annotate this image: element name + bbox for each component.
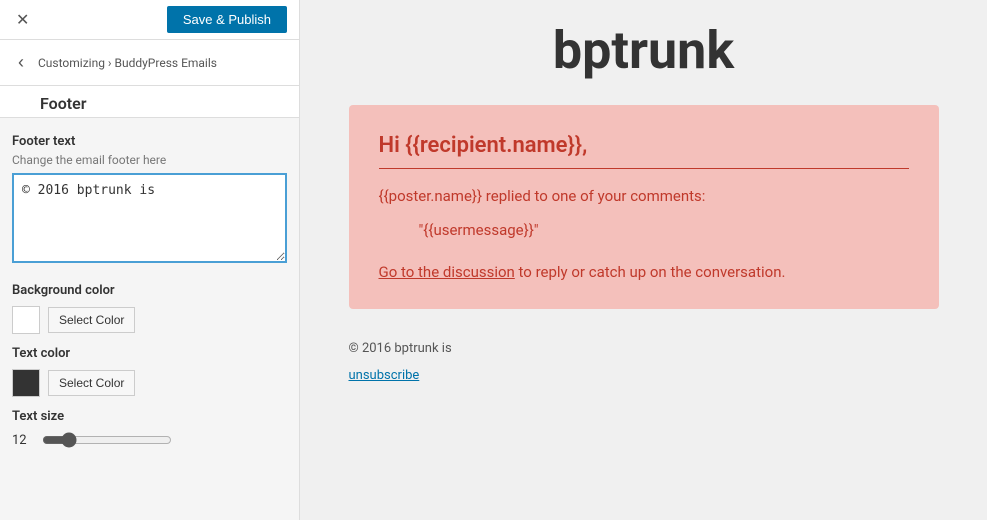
text-color-section: Text color Select Color [12,346,287,397]
back-button[interactable]: ‹ [12,50,30,75]
background-color-row: Select Color [12,306,287,334]
breadcrumb: Customizing › BuddyPress Emails [38,56,217,70]
email-body: {{poster.name}} replied to one of your c… [379,187,909,205]
email-cta-link[interactable]: Go to the discussion [379,263,515,281]
section-title: Footer [40,94,287,117]
background-color-swatch[interactable] [12,306,40,334]
text-color-label: Text color [12,346,287,361]
email-quote: "{{usermessage}}" [419,221,909,239]
footer-textarea[interactable]: © 2016 bptrunk is [12,173,287,263]
email-cta-suffix: to reply or catch up on the conversation… [515,263,786,281]
right-panel: bptrunk Hi {{recipient.name}}, {{poster.… [300,0,987,520]
email-greeting: Hi {{recipient.name}}, [379,133,909,169]
text-color-row: Select Color [12,369,287,397]
background-color-label: Background color [12,283,287,298]
text-color-swatch[interactable] [12,369,40,397]
unsubscribe-link[interactable]: unsubscribe [349,368,420,383]
email-card: Hi {{recipient.name}}, {{poster.name}} r… [349,105,939,309]
footer-text-section: Footer text Change the email footer here… [12,134,287,267]
save-publish-button[interactable]: Save & Publish [167,6,287,33]
footer-text-label: Footer text [12,134,287,149]
text-size-label: Text size [12,409,287,424]
left-panel: ✕ Save & Publish ‹ Customizing › BuddyPr… [0,0,300,520]
background-select-color-button[interactable]: Select Color [48,307,135,333]
text-size-section: Text size 12 [12,409,287,448]
footer-text-hint: Change the email footer here [12,153,287,167]
text-size-row: 12 [12,432,287,448]
site-title: bptrunk [553,20,734,81]
text-size-value: 12 [12,433,32,448]
close-button[interactable]: ✕ [12,6,33,34]
text-select-color-button[interactable]: Select Color [48,370,135,396]
text-size-slider[interactable] [42,432,172,448]
email-cta: Go to the discussion to reply or catch u… [379,263,909,281]
footer-preview: © 2016 bptrunk is unsubscribe [349,329,939,395]
nav-bar: ‹ Customizing › BuddyPress Emails [0,40,299,86]
footer-text-preview: © 2016 bptrunk is [349,341,939,356]
panel-content: Footer text Change the email footer here… [0,118,299,520]
top-bar: ✕ Save & Publish [0,0,299,40]
background-color-section: Background color Select Color [12,283,287,334]
